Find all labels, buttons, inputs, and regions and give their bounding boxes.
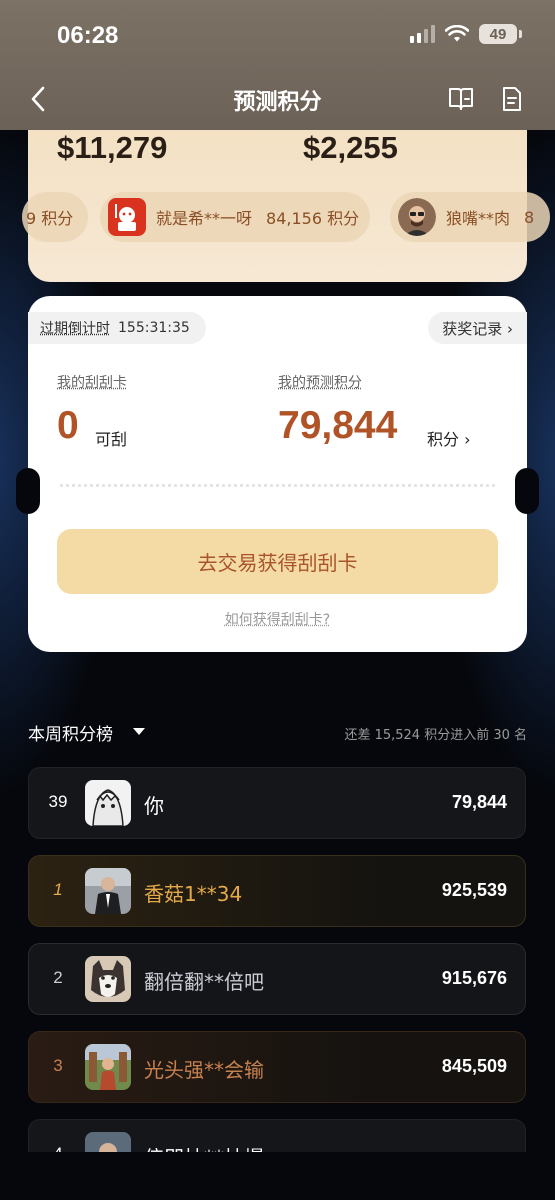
ticker-item: 狼嘴**肉 8 [390,192,550,242]
player-name: 光头强**会输 [144,1054,264,1083]
player-score: 915,676 [442,968,507,989]
prize-amount: $11,279 [57,130,167,166]
points-label: 我的预测积分 [278,372,362,392]
leaderboard-row-self[interactable]: 39 你 79,844 [28,767,526,839]
avatar [108,198,146,236]
status-time: 06:28 [57,22,118,50]
rank: 3 [47,1056,69,1076]
battery-indicator: 49 [479,24,517,44]
leaderboard-title[interactable]: 本周积分榜 [28,720,113,745]
avatar [85,868,131,914]
ticker-points: 8 [524,208,534,227]
signal-icon [410,25,435,43]
scratch-card-unit: 可刮 [95,426,127,450]
player-score: 925,539 [442,880,507,901]
rank: 39 [47,792,69,812]
ticket-notch [16,468,40,514]
trade-for-scratch-card-button[interactable]: 去交易获得刮刮卡 [57,529,498,594]
ticker-points: 9 积分 [26,205,73,229]
ticker-name: 就是希**一呀 [156,205,252,229]
bottom-fade [0,1152,555,1200]
leaderboard-note: 还差 15,524 积分进入前 30 名 [344,724,527,743]
points-link[interactable]: 积分 › [427,426,471,450]
scratch-card-count: 0 [57,404,79,448]
expiry-value: 155:31:35 [118,320,190,336]
ticker-points: 84,156 积分 [266,205,359,229]
dotted-divider [60,484,495,487]
ticker-name: 狼嘴**肉 [446,205,510,229]
expiry-label: 过期倒计时 [40,318,110,338]
ticker-item: 9 积分 [22,192,88,242]
player-name: 你 [144,790,164,819]
status-icons: 49 [410,24,517,44]
player-score: 79,844 [452,792,507,813]
ticker-item: 就是希**一呀 84,156 积分 [100,192,370,242]
ticket-notch [515,468,539,514]
points-value[interactable]: 79,844 [278,404,397,448]
prize-pool-panel: $11,279 $2,255 9 积分 就是希**一呀 84,156 积分 狼嘴… [28,130,527,282]
leaderboard-row[interactable]: 2 翻倍翻**倍吧 915,676 [28,943,526,1015]
player-name: 翻倍翻**倍吧 [144,966,264,995]
player-score: 845,509 [442,1056,507,1077]
avatar [85,1044,131,1090]
avatar [85,780,131,826]
how-to-get-link[interactable]: 如何获得刮刮卡? [28,609,527,629]
prize-amount: $2,255 [303,130,398,166]
caret-down-icon[interactable] [133,728,145,735]
player-name: 香菇1**34 [144,878,242,907]
leaderboard-row[interactable]: 1 香菇1**34 925,539 [28,855,526,927]
avatar [85,956,131,1002]
award-record-button[interactable]: 获奖记录 › [428,312,527,344]
navigation-bar: 预测积分 [0,78,555,122]
avatar [398,198,436,236]
scratch-card-label: 我的刮刮卡 [57,372,127,392]
leaderboard-header: 本周积分榜 还差 15,524 积分进入前 30 名 [28,720,527,746]
rank: 1 [47,880,69,900]
book-icon[interactable] [447,86,475,112]
document-icon[interactable] [500,86,524,112]
rank: 2 [47,968,69,988]
wifi-icon [445,25,469,43]
scratch-card-panel: 过期倒计时 155:31:35 获奖记录 › 我的刮刮卡 0 可刮 我的预测积分… [28,296,527,652]
header-bar: 06:28 49 预测积分 [0,0,555,130]
expiry-countdown: 过期倒计时 155:31:35 [28,312,206,344]
leaderboard-row[interactable]: 3 光头强**会输 845,509 [28,1031,526,1103]
